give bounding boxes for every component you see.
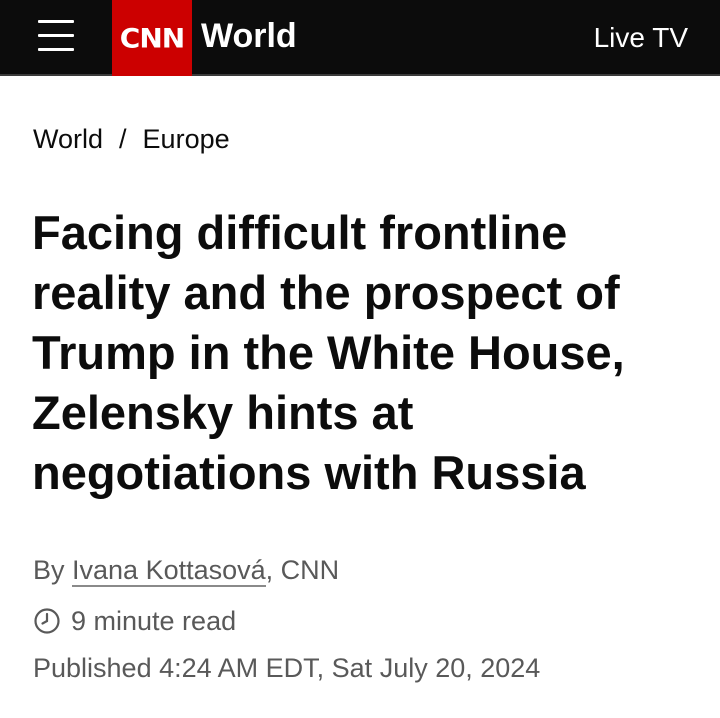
- published-timestamp: Published 4:24 AM EDT, Sat July 20, 2024: [33, 653, 541, 683]
- byline: By Ivana Kottasová, CNN: [33, 553, 339, 587]
- byline-prefix: By: [33, 555, 73, 585]
- breadcrumb: World / Europe: [33, 122, 230, 156]
- menu-bar-middle: [38, 34, 74, 37]
- menu-bar-bottom: [38, 48, 74, 51]
- byline-suffix: , CNN: [265, 555, 340, 585]
- read-time: 9 minute read: [33, 604, 236, 638]
- clock-icon: [34, 608, 60, 634]
- article-headline: Facing difficult frontline reality and t…: [32, 206, 625, 499]
- hamburger-menu-icon[interactable]: [38, 20, 74, 52]
- cnn-logo-text: CNN: [119, 22, 185, 54]
- author-link[interactable]: Ivana Kottasová: [72, 555, 266, 587]
- breadcrumb-item-world[interactable]: World: [33, 124, 103, 154]
- breadcrumb-item-europe[interactable]: Europe: [143, 124, 230, 154]
- cnn-logo[interactable]: CNN: [112, 0, 192, 76]
- read-time-label: 9 minute read: [71, 606, 237, 636]
- menu-bar-top: [38, 20, 74, 23]
- breadcrumb-separator: /: [119, 124, 127, 154]
- section-title[interactable]: World: [201, 16, 297, 56]
- site-header: CNN World Live TV: [0, 0, 720, 76]
- live-tv-link[interactable]: Live TV: [594, 21, 688, 55]
